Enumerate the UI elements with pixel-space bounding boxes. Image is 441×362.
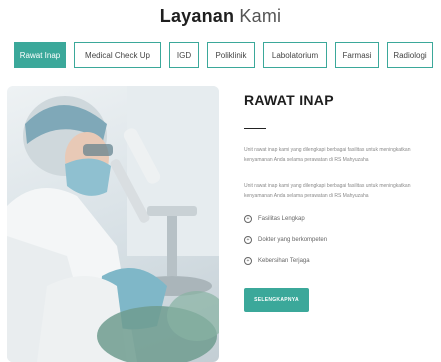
feature-label: Dokter yang berkompeten [258,237,328,243]
tab-farmasi[interactable]: Farmasi [335,42,379,68]
read-more-button[interactable]: SELENGKAPNYA [244,288,309,312]
service-detail: RAWAT INAP Unit rawat inap kami yang dil… [244,92,434,312]
tab-labolatorium[interactable]: Labolatorium [263,42,327,68]
service-description-1: Unit rawat inap kami yang dilengkapi ber… [244,147,411,163]
plus-circle-icon: + [244,236,252,244]
feature-item: + Fasilitas Lengkap [244,215,305,223]
tab-medical-check-up[interactable]: Medical Check Up [74,42,161,68]
title-bold: Layanan [159,6,235,26]
feature-label: Fasilitas Lengkap [258,216,305,222]
tab-radiologi[interactable]: Radiologi [387,42,433,68]
plus-circle-icon: + [244,215,252,223]
title-light: Kami [239,6,282,26]
heading-divider [244,128,266,129]
service-description-2: Unit rawat inap kami yang dilengkapi ber… [244,183,411,199]
tab-igd[interactable]: IGD [169,42,199,68]
tab-poliklinik[interactable]: Poliklinik [207,42,255,68]
tab-rawat-inap[interactable]: Rawat Inap [14,42,66,68]
plus-circle-icon: + [244,257,252,265]
lab-photo [7,86,219,362]
service-heading: RAWAT INAP [244,92,334,108]
microscope-scene-illustration [7,86,219,362]
feature-item: + Dokter yang berkompeten [244,236,327,244]
page-title: Layanan Kami [0,6,441,27]
feature-label: Kebersihan Terjaga [258,258,310,264]
feature-item: + Kebersihan Terjaga [244,257,310,265]
service-tabs: Rawat Inap Medical Check Up IGD Poliklin… [14,42,433,68]
